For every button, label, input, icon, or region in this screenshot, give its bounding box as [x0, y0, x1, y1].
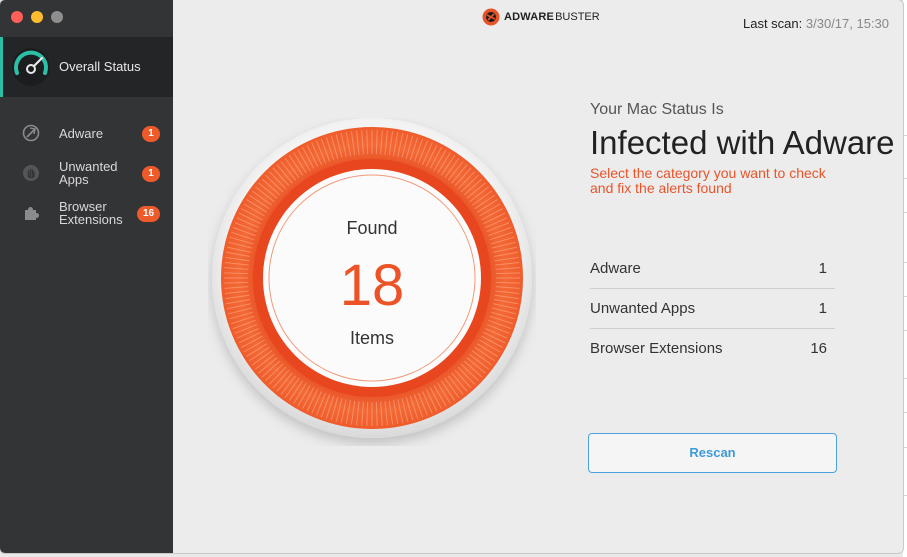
status-hint: Select the category you want to check an… [590, 165, 826, 196]
found-unit-label: Items [349, 328, 394, 348]
sidebar-item-adware[interactable]: Adware 1 [0, 116, 173, 152]
sidebar-item-label: Adware [59, 126, 104, 141]
overall-status-label: Overall Status [59, 59, 141, 74]
app-window: Overall Status Adware 1 Unwanted Apps 1 [0, 0, 903, 553]
browser-extensions-count-badge: 16 [137, 206, 160, 222]
adware-count-badge: 1 [142, 126, 160, 142]
background-window-strip [903, 0, 907, 557]
status-title: Infected with Adware [590, 124, 895, 161]
category-count: 16 [810, 340, 827, 357]
rescan-button[interactable]: Rescan [588, 433, 837, 473]
brand-suffix: BUSTER [555, 11, 600, 23]
sidebar-item-unwanted-apps[interactable]: Unwanted Apps 1 [0, 156, 173, 192]
window-controls [11, 11, 63, 23]
adware-icon [22, 124, 40, 142]
zoom-button[interactable] [51, 11, 63, 23]
category-count: 1 [818, 260, 827, 277]
app-logo: ADWARE BUSTER [482, 8, 600, 26]
category-row-adware[interactable]: Adware 1 [590, 249, 835, 289]
category-name: Adware [590, 260, 641, 277]
last-scan-info: Last scan: 3/30/17, 15:30 [743, 16, 889, 31]
sidebar-item-label-line2: Apps [59, 172, 89, 187]
gauge-icon [12, 48, 50, 86]
status-ring: Found 18 Items [208, 118, 536, 446]
status-kicker: Your Mac Status Is [590, 101, 724, 118]
sidebar: Overall Status Adware 1 Unwanted Apps 1 [0, 0, 173, 553]
sidebar-item-overall-status[interactable]: Overall Status [0, 37, 173, 97]
sidebar-item-label-line2: Extensions [59, 212, 123, 227]
close-button[interactable] [11, 11, 23, 23]
category-row-browser-extensions[interactable]: Browser Extensions 16 [590, 329, 835, 369]
found-count: 18 [339, 253, 405, 318]
found-label: Found [346, 218, 398, 238]
category-name: Browser Extensions [590, 340, 723, 357]
unwanted-apps-count-badge: 1 [142, 166, 160, 182]
last-scan-value: 3/30/17, 15:30 [805, 16, 890, 31]
hand-icon [23, 165, 39, 181]
sidebar-item-browser-extensions[interactable]: Browser Extensions 16 [0, 196, 173, 232]
brand-name: ADWARE [504, 11, 555, 23]
last-scan-label: Last scan: [743, 16, 803, 31]
adwarebuster-logo-icon [482, 8, 500, 26]
category-count: 1 [818, 300, 827, 317]
category-name: Unwanted Apps [590, 300, 696, 317]
minimize-button[interactable] [31, 11, 43, 23]
category-row-unwanted-apps[interactable]: Unwanted Apps 1 [590, 289, 835, 329]
puzzle-icon [25, 207, 39, 220]
